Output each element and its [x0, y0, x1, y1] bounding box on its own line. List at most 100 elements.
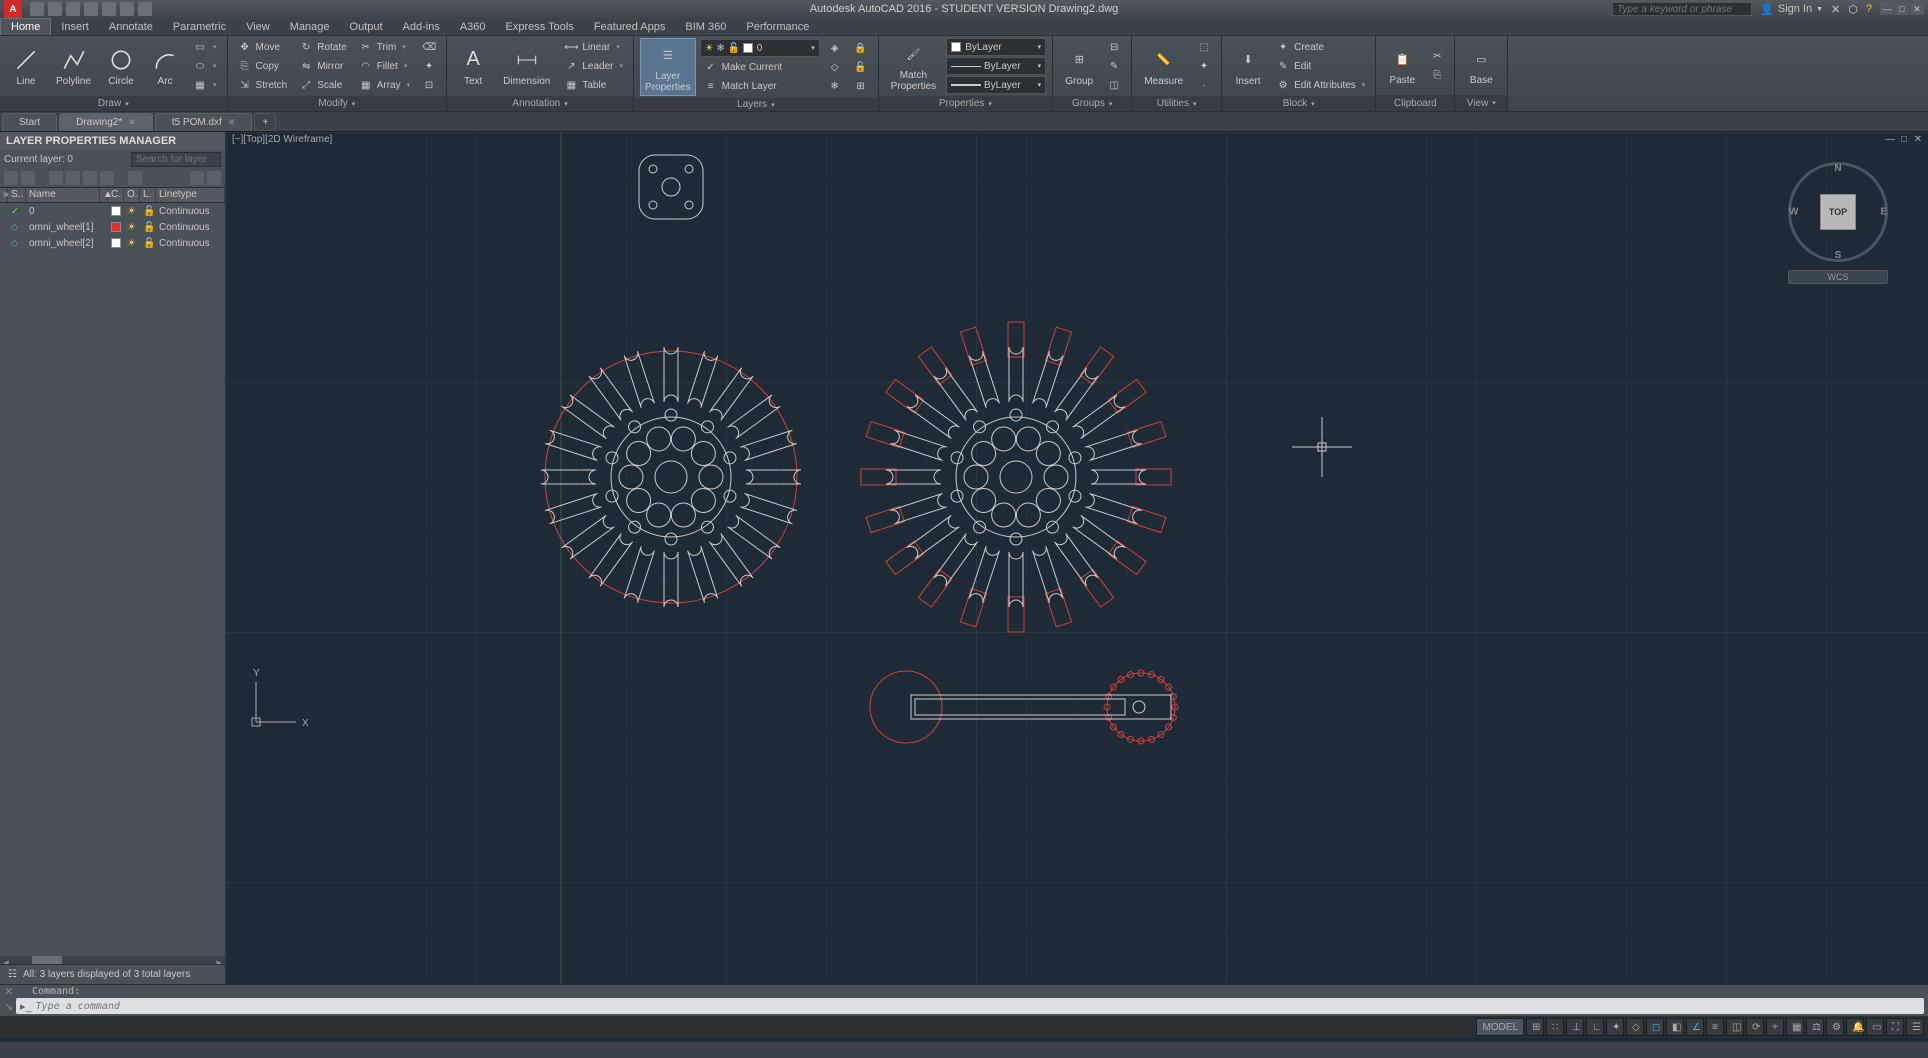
- col-status[interactable]: S..: [8, 188, 26, 202]
- insert-button[interactable]: ⬇Insert: [1228, 44, 1268, 89]
- viewcube-north[interactable]: N: [1834, 163, 1841, 174]
- layer-row[interactable]: ⬦ omni_wheel[1] ☀ 🔓 Continuous: [0, 219, 225, 235]
- new-layer-icon[interactable]: [4, 171, 18, 185]
- modify-extra3[interactable]: ⊡: [418, 76, 440, 94]
- util3[interactable]: ·: [1193, 76, 1215, 94]
- clean-screen-icon[interactable]: ⛶: [1886, 1018, 1904, 1036]
- create-block-button[interactable]: ✦Create: [1272, 38, 1369, 56]
- viewport-maximize-icon[interactable]: □: [1898, 134, 1910, 146]
- maximize-button[interactable]: □: [1895, 3, 1909, 15]
- grid-toggle-icon[interactable]: ⊞: [1526, 1018, 1544, 1036]
- col-color[interactable]: C.: [108, 188, 124, 202]
- isolate-icon[interactable]: ▭: [1866, 1018, 1884, 1036]
- otrack-toggle-icon[interactable]: ∠: [1686, 1018, 1704, 1036]
- viewport-minimize-icon[interactable]: —: [1884, 134, 1896, 146]
- 3dosnap-toggle-icon[interactable]: ◧: [1666, 1018, 1684, 1036]
- draw-extra3-button[interactable]: ▦▾: [189, 76, 221, 94]
- sign-in-button[interactable]: 👤 Sign In ▼: [1760, 3, 1823, 16]
- linetype-selector[interactable]: ByLayer▾: [946, 57, 1046, 75]
- table-button[interactable]: ▦Table: [560, 76, 627, 94]
- trim-button[interactable]: ✂Trim▾: [355, 38, 414, 56]
- layer-tool3[interactable]: ❄: [824, 77, 846, 95]
- quick-props-icon[interactable]: ▦: [1786, 1018, 1804, 1036]
- tab-parametric[interactable]: Parametric: [163, 18, 236, 35]
- doc-tab-start[interactable]: Start: [2, 113, 57, 131]
- osnap-toggle-icon[interactable]: ◻: [1646, 1018, 1664, 1036]
- viewcube-east[interactable]: E: [1880, 207, 1887, 218]
- tab-performance[interactable]: Performance: [736, 18, 819, 35]
- customize-icon[interactable]: ☰: [1906, 1018, 1924, 1036]
- draw-extra2-button[interactable]: ⬭▾: [189, 57, 221, 75]
- layer-selector[interactable]: ☀ ❄ 🔓 0▾: [700, 39, 820, 57]
- delete-layer-icon[interactable]: [49, 171, 63, 185]
- close-icon[interactable]: ✕: [128, 117, 136, 128]
- layer-search-input[interactable]: [131, 152, 221, 167]
- set-current-icon[interactable]: [66, 171, 80, 185]
- edit-attributes-button[interactable]: ⚙Edit Attributes▾: [1272, 76, 1369, 94]
- mirror-button[interactable]: ⇋Mirror: [295, 57, 350, 75]
- col-sort[interactable]: ▲: [100, 188, 108, 202]
- linear-button[interactable]: ⟷Linear▾: [560, 38, 627, 56]
- viewport-label[interactable]: [−][Top][2D Wireframe]: [232, 134, 332, 145]
- group-select-button[interactable]: ◫: [1103, 76, 1125, 94]
- tab-annotate[interactable]: Annotate: [99, 18, 163, 35]
- layer-scrollbar[interactable]: ◂ ▸: [0, 956, 225, 964]
- tab-insert[interactable]: Insert: [51, 18, 99, 35]
- text-button[interactable]: AText: [453, 44, 493, 89]
- model-space-button[interactable]: MODEL: [1476, 1018, 1524, 1036]
- isodraft-toggle-icon[interactable]: ◇: [1626, 1018, 1644, 1036]
- match-properties-button[interactable]: 🖌Match Properties: [885, 38, 943, 94]
- fillet-button[interactable]: ◠Fillet▾: [355, 57, 414, 75]
- wcs-badge[interactable]: WCS: [1788, 270, 1888, 284]
- new-layer-vp-icon[interactable]: [21, 171, 35, 185]
- settings-icon[interactable]: [207, 171, 221, 185]
- snap-toggle-icon[interactable]: ∷: [1546, 1018, 1564, 1036]
- layer-filter-icon[interactable]: [100, 171, 114, 185]
- tab-home[interactable]: Home: [0, 18, 51, 35]
- leader-button[interactable]: ↗Leader▾: [560, 57, 627, 75]
- monitor-icon[interactable]: 🔔: [1846, 1018, 1864, 1036]
- command-handle-icon[interactable]: ✕: [0, 985, 12, 998]
- make-current-button[interactable]: ✓Make Current: [700, 58, 820, 76]
- doc-tab-drawing2[interactable]: Drawing2*✕: [59, 113, 153, 131]
- exchange-icon[interactable]: ✕: [1831, 3, 1840, 16]
- arc-button[interactable]: Arc: [145, 44, 185, 89]
- stretch-button[interactable]: ⇲Stretch: [234, 76, 292, 94]
- qat-plot-icon[interactable]: [102, 2, 116, 16]
- ortho-toggle-icon[interactable]: ∟: [1586, 1018, 1604, 1036]
- viewport-close-icon[interactable]: ✕: [1912, 134, 1924, 146]
- layer-row[interactable]: ⬦ omni_wheel[2] ☀ 🔓 Continuous: [0, 235, 225, 251]
- autodesk360-icon[interactable]: ⬡: [1848, 3, 1858, 16]
- refresh-icon[interactable]: [190, 171, 204, 185]
- col-lock[interactable]: L.: [140, 188, 156, 202]
- viewcube[interactable]: N S E W TOP WCS: [1788, 162, 1888, 284]
- tab-featured-apps[interactable]: Featured Apps: [584, 18, 676, 35]
- command-pin-icon[interactable]: ↘: [0, 1000, 12, 1013]
- copy-clip-button[interactable]: ⎘: [1426, 66, 1448, 84]
- tab-addins[interactable]: Add-ins: [393, 18, 450, 35]
- viewcube-south[interactable]: S: [1835, 250, 1842, 261]
- move-button[interactable]: ✥Move: [234, 38, 292, 56]
- color-selector[interactable]: ByLayer▾: [946, 38, 1046, 56]
- tab-express-tools[interactable]: Express Tools: [496, 18, 584, 35]
- layer-properties-button[interactable]: ☰Layer Properties: [640, 38, 696, 96]
- qat-new-icon[interactable]: [30, 2, 44, 16]
- infer-toggle-icon[interactable]: ⊥: [1566, 1018, 1584, 1036]
- new-tab-button[interactable]: +: [254, 113, 276, 131]
- layer-isolate-icon[interactable]: [128, 171, 142, 185]
- help-search-input[interactable]: [1612, 2, 1752, 16]
- util1[interactable]: ⬚: [1193, 38, 1215, 56]
- tab-manage[interactable]: Manage: [280, 18, 340, 35]
- annotation-scale-icon[interactable]: ⚖: [1806, 1018, 1824, 1036]
- line-button[interactable]: Line: [6, 44, 46, 89]
- group-edit-button[interactable]: ✎: [1103, 57, 1125, 75]
- cycling-toggle-icon[interactable]: ⟳: [1746, 1018, 1764, 1036]
- tab-view[interactable]: View: [236, 18, 280, 35]
- layer-tool6[interactable]: ⊞: [850, 77, 872, 95]
- dimension-button[interactable]: Dimension: [497, 44, 556, 89]
- measure-button[interactable]: 📏Measure: [1138, 44, 1189, 89]
- circle-button[interactable]: Circle: [101, 44, 141, 89]
- col-linetype[interactable]: Linetype: [156, 188, 225, 202]
- copy-button[interactable]: ⎘Copy: [234, 57, 292, 75]
- filter-toggle-icon[interactable]: ☷: [8, 969, 17, 980]
